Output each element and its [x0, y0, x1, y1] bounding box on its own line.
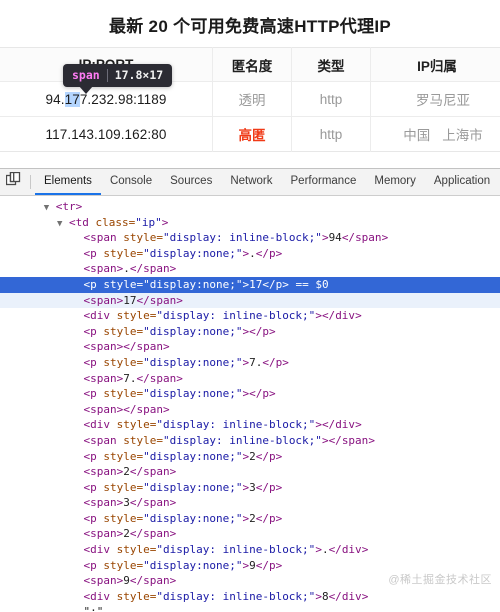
tab-elements[interactable]: Elements	[35, 169, 101, 195]
dom-tree-line[interactable]: <div style="display: inline-block;"></di…	[0, 308, 500, 324]
dom-tree-line[interactable]: <span></span>	[0, 339, 500, 355]
dom-tree-line[interactable]: <span>.</span>	[0, 261, 500, 277]
dom-tree-line[interactable]: <p style="display:none;">.</p>	[0, 246, 500, 262]
column-header-anonymity[interactable]: 匿名度	[213, 48, 292, 82]
proxy-table-body: 94.177.232.98:1189 透明 http 罗马尼亚 117.143.…	[0, 82, 500, 152]
dom-tree-line[interactable]: <span style="display: inline-block;"></s…	[0, 433, 500, 449]
tab-memory[interactable]: Memory	[365, 169, 425, 195]
dom-tree-line[interactable]: <p style="display:none;">2</p>	[0, 511, 500, 527]
dock-panel-icon	[6, 172, 21, 192]
dom-tree-line[interactable]: <p style="display:none;">7.</p>	[0, 355, 500, 371]
devtools-tabbar: Elements Console Sources Network Perform…	[0, 169, 500, 196]
watermark: @稀土掘金技术社区	[388, 571, 492, 587]
tab-network[interactable]: Network	[221, 169, 281, 195]
cell-type: http	[292, 117, 371, 152]
tooltip-tag-name: span	[72, 68, 100, 82]
ip-selected-octet[interactable]: 17	[65, 92, 80, 107]
dom-tree-line[interactable]: <span>17</span>	[0, 293, 500, 309]
column-header-type[interactable]: 类型	[292, 48, 371, 82]
tooltip-dimensions: 17.8×17	[115, 68, 163, 82]
toolbar-divider	[30, 175, 31, 189]
dom-tree[interactable]: ▼ <tr> ▼ <td class="ip"> <span style="di…	[0, 196, 500, 612]
cell-type: http	[292, 82, 371, 117]
dom-tree-line[interactable]: <div style="display: inline-block;">8</d…	[0, 589, 500, 605]
disclosure-triangle-icon[interactable]: ▼	[44, 203, 49, 213]
cell-anonymity: 透明	[213, 82, 292, 117]
dom-tree-line[interactable]: <span style="display: inline-block;">94<…	[0, 230, 500, 246]
dom-tree-line[interactable]: <div style="display: inline-block;">.</d…	[0, 542, 500, 558]
dom-tree-line[interactable]: <p style="display:none;"></p>	[0, 324, 500, 340]
dom-tree-line[interactable]: <span>2</span>	[0, 526, 500, 542]
disclosure-triangle-icon[interactable]: ▼	[57, 219, 62, 229]
dom-tree-line[interactable]: <span>3</span>	[0, 495, 500, 511]
dom-tree-line[interactable]: <div style="display: inline-block;"></di…	[0, 417, 500, 433]
tab-sources[interactable]: Sources	[161, 169, 221, 195]
cell-ipport[interactable]: 117.143.109.162:80	[0, 117, 213, 152]
dom-tree-line[interactable]: ▼ <td class="ip">	[0, 215, 500, 231]
tab-console[interactable]: Console	[101, 169, 161, 195]
devtools-tab-list: Elements Console Sources Network Perform…	[35, 169, 499, 195]
location-part: 罗马尼亚	[416, 93, 470, 108]
tooltip-arrow-icon	[79, 86, 93, 94]
dom-tree-line[interactable]: <p style="display:none;">3</p>	[0, 480, 500, 496]
location-part: 中国	[403, 128, 430, 143]
tooltip-separator	[107, 69, 108, 82]
inspected-page: 最新 20 个可用免费高速HTTP代理IP IP:PORT 匿名度 类型 IP归…	[0, 0, 500, 168]
table-row[interactable]: 117.143.109.162:80 高匿 http 中国上海市	[0, 117, 500, 152]
dom-tree-line[interactable]: <span>2</span>	[0, 464, 500, 480]
dom-tree-line[interactable]: <p style="display:none;">2</p>	[0, 449, 500, 465]
page-title: 最新 20 个可用免费高速HTTP代理IP	[0, 0, 500, 47]
devtools-panel: Elements Console Sources Network Perform…	[0, 168, 500, 612]
tab-application[interactable]: Application	[425, 169, 499, 195]
dom-tree-line[interactable]: <span>7.</span>	[0, 371, 500, 387]
dom-tree-line[interactable]: <p style="display:none;"></p>	[0, 386, 500, 402]
cell-location: 罗马尼亚	[371, 82, 500, 117]
ip-prefix: 94.	[46, 92, 65, 107]
cell-anonymity: 高匿	[213, 117, 292, 152]
column-header-location[interactable]: IP归属	[371, 48, 500, 82]
dock-position-button[interactable]	[0, 169, 26, 195]
dom-tree-line[interactable]: ▼ <tr>	[0, 199, 500, 215]
cell-location: 中国上海市	[371, 117, 500, 152]
inspector-size-tooltip: span 17.8×17	[63, 64, 172, 87]
dom-tree-line[interactable]: <span></span>	[0, 402, 500, 418]
dom-tree-line-selected[interactable]: <p style="display:none;">17</p> == $0	[0, 277, 500, 293]
location-part: 上海市	[442, 128, 483, 143]
tab-performance[interactable]: Performance	[282, 169, 366, 195]
proxy-table: IP:PORT 匿名度 类型 IP归属 94.177.232.98:1189 透…	[0, 47, 500, 152]
